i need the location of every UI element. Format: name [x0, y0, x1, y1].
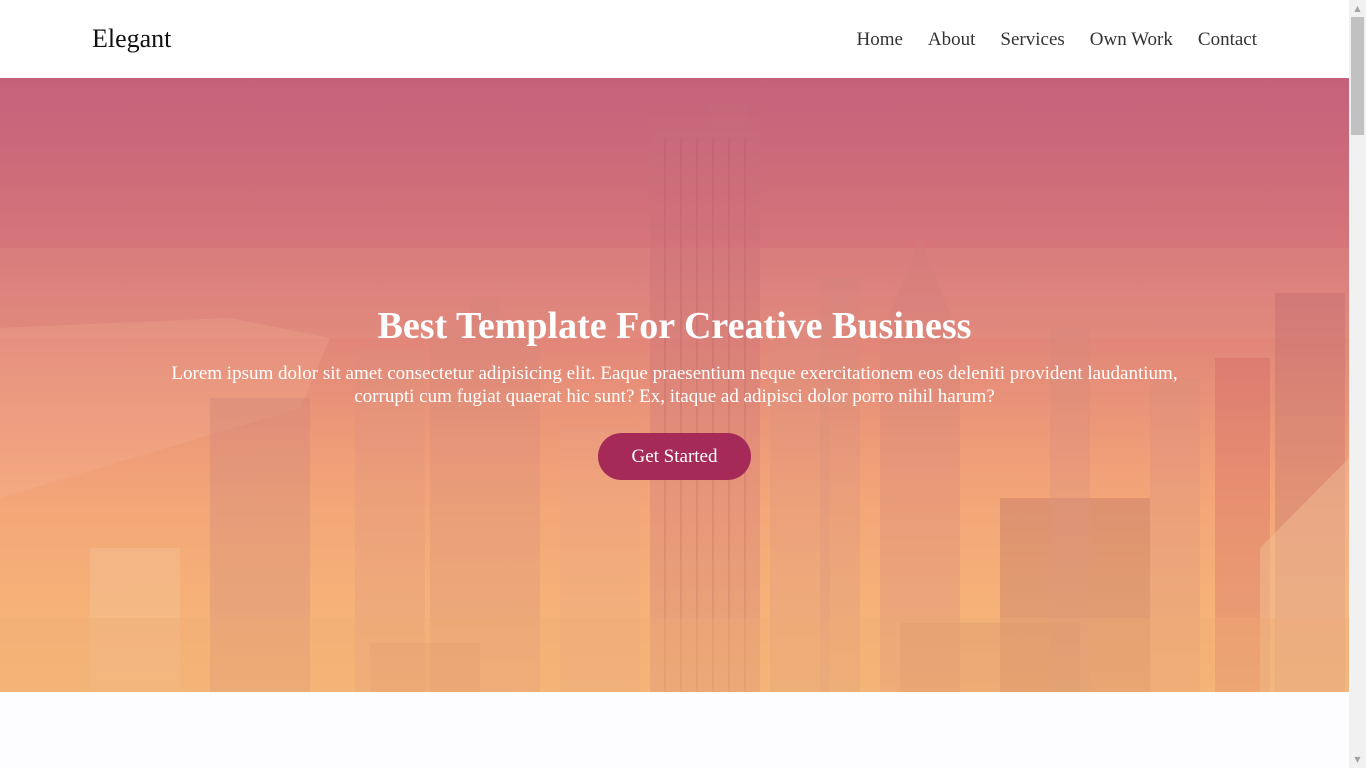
hero-section: Best Template For Creative Business Lore…: [0, 78, 1349, 692]
nav-link-about[interactable]: About: [928, 29, 976, 50]
hero-title: Best Template For Creative Business: [377, 305, 972, 347]
triangle-down-icon[interactable]: ▼: [1349, 751, 1366, 768]
brand-logo[interactable]: Elegant: [92, 24, 171, 54]
next-section: [0, 692, 1349, 768]
nav-item-home: Home: [856, 28, 902, 52]
nav-item-about: About: [928, 28, 976, 52]
nav-link-own-work[interactable]: Own Work: [1090, 29, 1173, 50]
nav-link-home[interactable]: Home: [856, 29, 902, 50]
navbar: Elegant Home About Services Own Work Con…: [0, 0, 1349, 78]
page: Elegant Home About Services Own Work Con…: [0, 0, 1349, 768]
nav-item-contact: Contact: [1198, 28, 1257, 52]
scrollbar-thumb[interactable]: [1351, 17, 1364, 135]
main-nav: Home About Services Own Work Contact: [856, 28, 1257, 52]
get-started-button[interactable]: Get Started: [598, 433, 751, 480]
nav-link-services[interactable]: Services: [1000, 29, 1064, 50]
hero-description: Lorem ipsum dolor sit amet consectetur a…: [171, 363, 1178, 407]
nav-item-own-work: Own Work: [1090, 28, 1173, 52]
vertical-scrollbar[interactable]: ▲ ▼: [1349, 0, 1366, 768]
triangle-up-icon[interactable]: ▲: [1349, 0, 1366, 17]
nav-item-services: Services: [1000, 28, 1064, 52]
hero-content: Best Template For Creative Business Lore…: [0, 78, 1349, 692]
nav-link-contact[interactable]: Contact: [1198, 29, 1257, 50]
